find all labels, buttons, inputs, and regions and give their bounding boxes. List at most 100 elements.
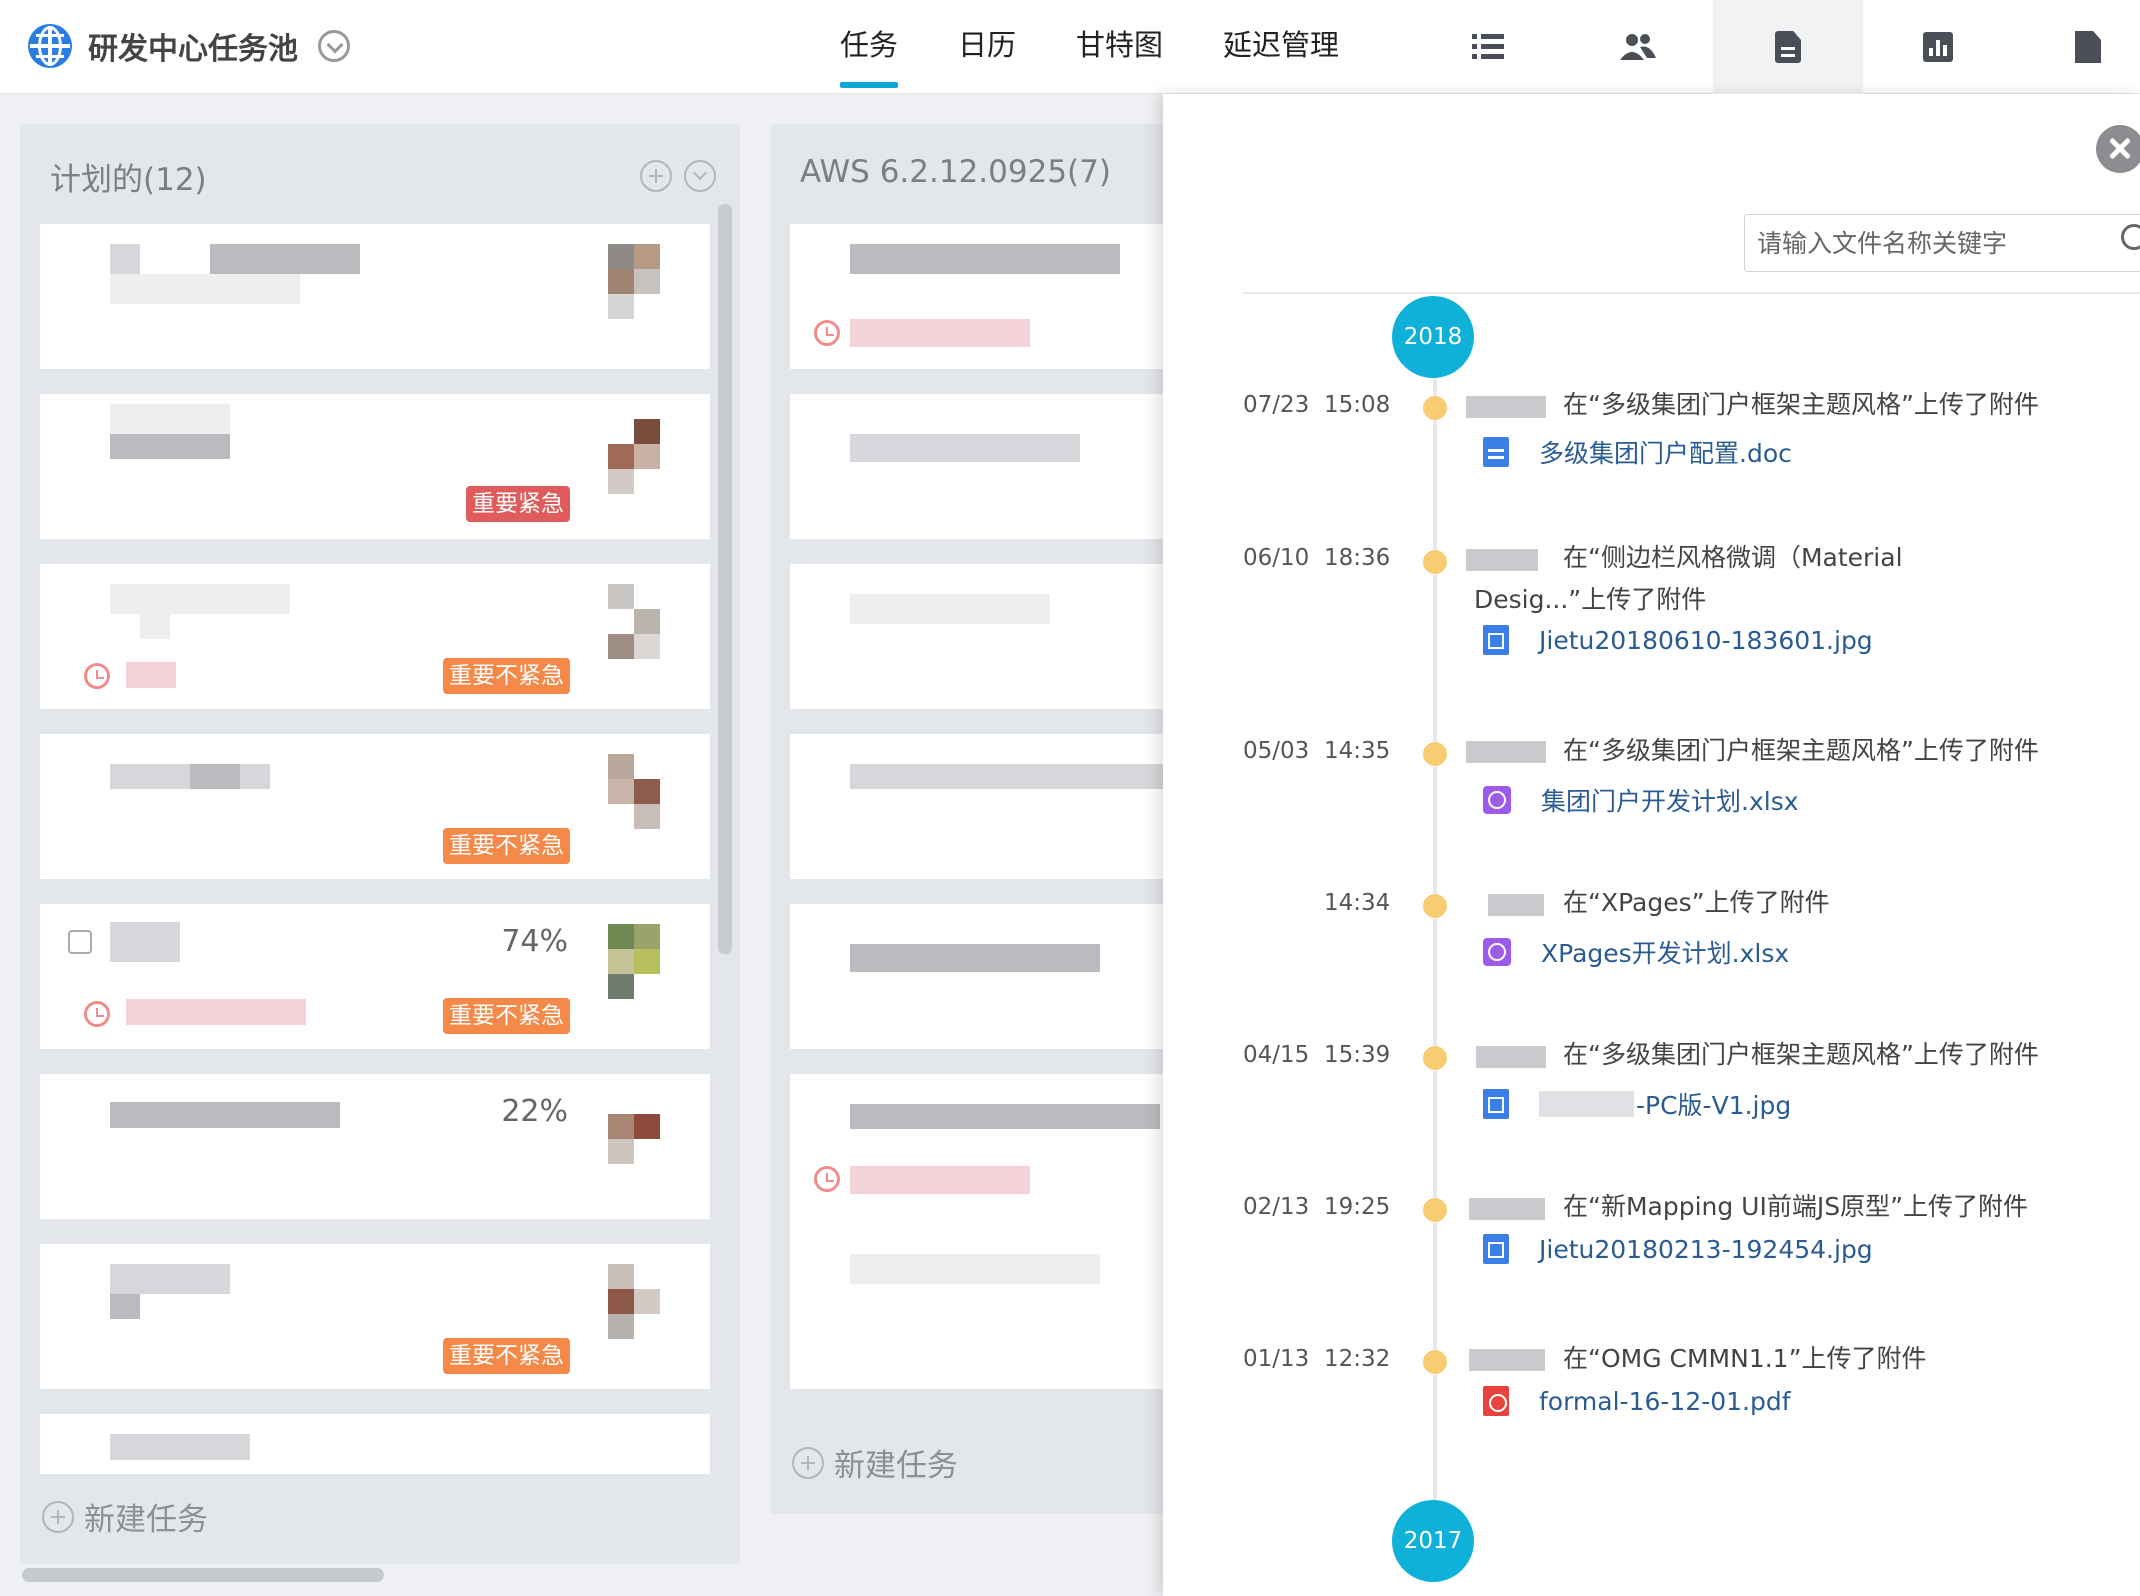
event-time: 14:35 — [1324, 738, 1391, 764]
alarm-clock-icon — [84, 1001, 110, 1027]
attachments-button[interactable] — [1713, 0, 1863, 94]
event-description: 在“新Mapping UI前端JS原型”上传了附件 — [1563, 1192, 2029, 1221]
event-date: 04/15 — [1243, 1042, 1310, 1068]
image-file-icon — [1483, 625, 1509, 655]
board-column-aws: AWS 6.2.12.0925(7) 新建任务 — [770, 124, 1170, 1514]
new-task-button[interactable]: 新建任务 — [792, 1440, 958, 1485]
board-column-planned: 计划的(12) 重要紧急 重要不紧急 重要不紧急 74% 重要不紧急 22% 重… — [20, 124, 740, 1564]
chevron-down-icon[interactable] — [684, 160, 716, 192]
attachment-file[interactable]: formal-16-12-01.pdf — [1483, 1386, 1791, 1416]
column-scrollbar[interactable] — [718, 204, 732, 954]
tab-delay-management[interactable]: 延迟管理 — [1223, 0, 1339, 94]
user-name — [1469, 1198, 1545, 1220]
task-card[interactable] — [40, 1414, 710, 1474]
task-card[interactable] — [790, 1074, 1170, 1389]
priority-badge: 重要不紧急 — [443, 658, 570, 694]
tab-tasks[interactable]: 任务 — [840, 0, 899, 94]
progress-percent: 22% — [501, 1094, 568, 1129]
tab-calendar[interactable]: 日历 — [958, 0, 1016, 94]
task-card[interactable] — [790, 224, 1170, 369]
priority-badge: 重要不紧急 — [443, 828, 570, 864]
alarm-clock-icon — [84, 663, 110, 689]
event-description: 在“多级集团门户框架主题风格”上传了附件 — [1563, 390, 2039, 419]
task-card[interactable] — [790, 564, 1170, 709]
edit-document-button[interactable] — [2013, 0, 2140, 94]
edit-document-icon — [2075, 31, 2101, 63]
task-card[interactable] — [790, 734, 1170, 879]
task-card[interactable]: 74% 重要不紧急 — [40, 904, 710, 1049]
attachment-file[interactable]: Jietu20180213-192454.jpg — [1483, 1234, 1873, 1264]
alarm-clock-icon — [814, 320, 840, 346]
event-date: 02/13 — [1243, 1194, 1310, 1220]
chevron-down-icon[interactable] — [318, 30, 350, 62]
add-circle-icon[interactable] — [640, 160, 672, 192]
spreadsheet-file-icon — [1483, 938, 1511, 966]
event-date: 06/10 — [1243, 545, 1310, 571]
board-horizontal-scrollbar[interactable] — [22, 1568, 384, 1582]
task-card[interactable]: 重要不紧急 — [40, 734, 710, 879]
task-card[interactable]: 重要紧急 — [40, 394, 710, 539]
event-description: 在“XPages”上传了附件 — [1563, 888, 1830, 917]
new-task-button[interactable]: 新建任务 — [42, 1494, 208, 1539]
image-file-icon — [1483, 1089, 1509, 1119]
user-name — [1466, 396, 1546, 418]
file-name[interactable]: -PC版-V1.jpg — [1636, 1086, 1791, 1122]
main-tabs: 任务 日历 甘特图 延迟管理 — [840, 0, 1399, 94]
attachment-file[interactable]: XPages开发计划.xlsx — [1483, 934, 1789, 970]
event-time: 15:08 — [1324, 392, 1391, 418]
task-card[interactable]: 重要不紧急 — [40, 564, 710, 709]
attachment-file[interactable]: 集团门户开发计划.xlsx — [1483, 782, 1799, 818]
spreadsheet-file-icon — [1483, 786, 1511, 814]
task-card[interactable] — [790, 394, 1170, 539]
top-header: 研发中心任务池 任务 日历 甘特图 延迟管理 — [0, 0, 2140, 94]
file-name[interactable]: Jietu20180610-183601.jpg — [1539, 626, 1873, 655]
list-view-button[interactable] — [1413, 0, 1563, 94]
event-description: 在“OMG CMMN1.1”上传了附件 — [1563, 1344, 1927, 1373]
timeline-dot — [1423, 1046, 1447, 1070]
pdf-file-icon — [1483, 1386, 1509, 1416]
attachment-file[interactable]: Jietu20180610-183601.jpg — [1483, 625, 1873, 655]
image-file-icon — [1483, 1234, 1509, 1264]
attachment-file[interactable]: -PC版-V1.jpg — [1483, 1086, 1791, 1122]
app-title[interactable]: 研发中心任务池 — [28, 22, 350, 70]
file-name[interactable]: formal-16-12-01.pdf — [1539, 1387, 1791, 1416]
file-name[interactable]: 多级集团门户配置.doc — [1539, 434, 1792, 470]
users-icon — [1620, 34, 1656, 60]
timeline-dot — [1423, 742, 1447, 766]
task-card[interactable]: 22% — [40, 1074, 710, 1219]
new-task-label: 新建任务 — [84, 1502, 208, 1538]
event-date: 01/13 — [1243, 1346, 1310, 1372]
event-date: 07/23 — [1243, 392, 1310, 418]
report-icon — [1923, 32, 1953, 62]
file-name[interactable]: XPages开发计划.xlsx — [1541, 934, 1789, 970]
task-card[interactable]: 重要不紧急 — [40, 1244, 710, 1389]
user-name — [1488, 894, 1544, 916]
task-card[interactable] — [790, 904, 1170, 1049]
timeline-dot — [1423, 550, 1447, 574]
members-button[interactable] — [1563, 0, 1713, 94]
year-marker: 2018 — [1392, 296, 1474, 378]
app-name: 研发中心任务池 — [88, 32, 298, 67]
report-button[interactable] — [1863, 0, 2013, 94]
event-time: 12:32 — [1324, 1346, 1391, 1372]
add-circle-icon — [42, 1500, 74, 1533]
event-time: 14:34 — [1324, 890, 1391, 916]
document-icon — [1775, 31, 1801, 63]
task-checkbox[interactable] — [68, 930, 92, 954]
timeline-dot — [1423, 894, 1447, 918]
event-time: 15:39 — [1324, 1042, 1391, 1068]
year-marker: 2017 — [1392, 1500, 1474, 1582]
file-search-input[interactable] — [1744, 214, 2140, 272]
attachment-file[interactable]: 多级集团门户配置.doc — [1483, 434, 1792, 470]
file-name[interactable]: 集团门户开发计划.xlsx — [1541, 782, 1799, 818]
search-icon[interactable] — [2121, 224, 2140, 250]
file-name[interactable]: Jietu20180213-192454.jpg — [1539, 1235, 1873, 1264]
timeline-dot — [1423, 1350, 1447, 1374]
timeline-dot — [1423, 396, 1447, 420]
new-task-label: 新建任务 — [834, 1448, 958, 1484]
task-card[interactable] — [40, 224, 710, 369]
tab-gantt[interactable]: 甘特图 — [1076, 0, 1163, 94]
attachments-panel: 2018 07/23 15:08 在“多级集团门户框架主题风格”上传了附件 多级… — [1163, 94, 2140, 1596]
close-icon[interactable] — [2096, 125, 2140, 173]
alarm-clock-icon — [814, 1166, 840, 1192]
